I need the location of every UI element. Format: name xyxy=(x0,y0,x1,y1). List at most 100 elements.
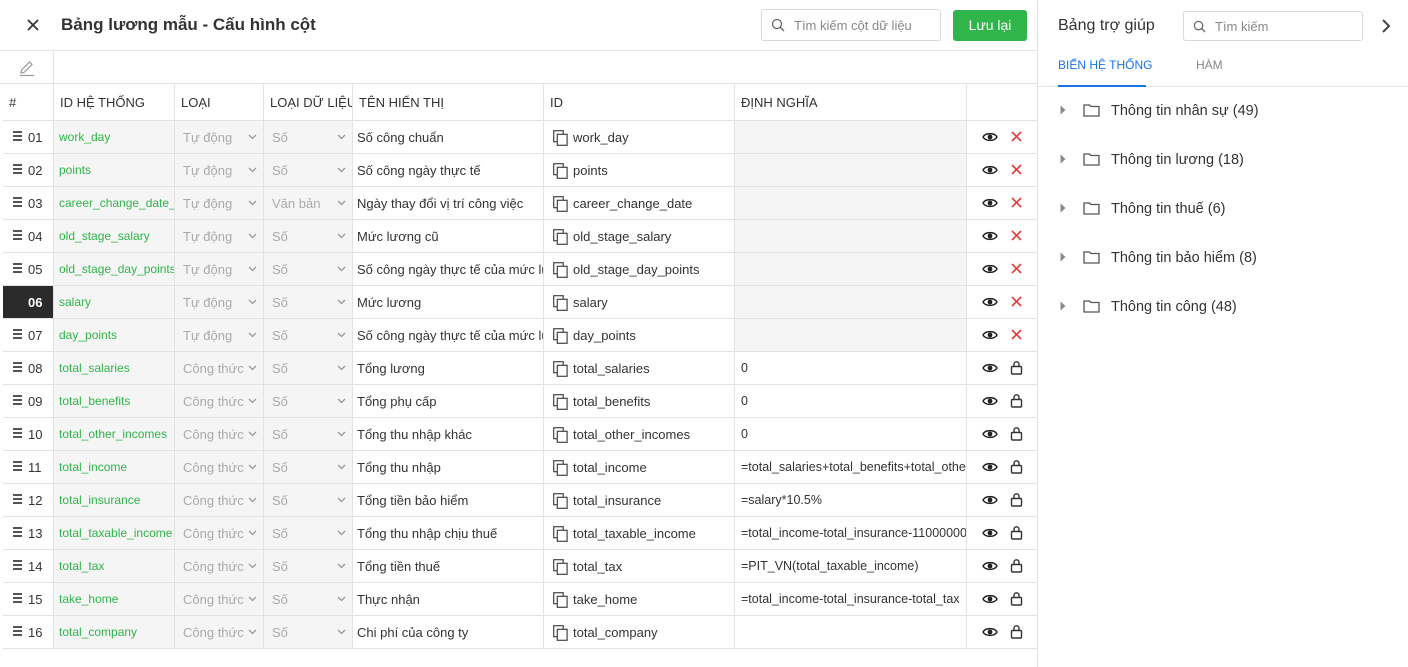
eye-icon[interactable] xyxy=(982,460,998,474)
type-select[interactable]: Công thức xyxy=(175,385,264,418)
row-index[interactable]: 14 xyxy=(3,550,54,583)
eye-icon[interactable] xyxy=(982,163,998,177)
eye-icon[interactable] xyxy=(982,130,998,144)
eye-icon[interactable] xyxy=(982,592,998,606)
data-type-select[interactable]: Số xyxy=(264,451,353,484)
copy-icon[interactable] xyxy=(553,559,568,575)
definition-cell[interactable]: =total_salaries+total_benefits+total_oth… xyxy=(735,451,967,484)
tab-functions[interactable]: HÀM xyxy=(1196,58,1223,72)
display-name-input[interactable]: Số công ngày thực tế của mức lương xyxy=(353,319,544,352)
data-type-select[interactable]: Số xyxy=(264,517,353,550)
type-select[interactable]: Công thức xyxy=(175,583,264,616)
caret-right-icon[interactable] xyxy=(1060,252,1066,262)
id-cell[interactable]: total_benefits xyxy=(544,385,735,418)
drag-handle-icon[interactable] xyxy=(13,329,22,339)
definition-cell[interactable] xyxy=(735,121,967,154)
row-index[interactable]: 03 xyxy=(3,187,54,220)
data-type-select[interactable]: Văn bản xyxy=(264,187,353,220)
data-type-select[interactable]: Số xyxy=(264,154,353,187)
eye-icon[interactable] xyxy=(982,229,998,243)
chevron-right-icon[interactable] xyxy=(1378,17,1394,35)
tree-group[interactable]: Thông tin công (48) xyxy=(1038,292,1408,322)
definition-cell[interactable] xyxy=(735,319,967,352)
copy-icon[interactable] xyxy=(553,526,568,542)
display-name-input[interactable]: Tổng lương xyxy=(353,352,544,385)
display-name-input[interactable]: Chi phí của công ty xyxy=(353,616,544,649)
type-select[interactable]: Tự động xyxy=(175,286,264,319)
drag-handle-icon[interactable] xyxy=(13,197,22,207)
type-select[interactable]: Tự động xyxy=(175,154,264,187)
row-index[interactable]: 02 xyxy=(3,154,54,187)
type-select[interactable]: Tự động xyxy=(175,121,264,154)
display-name-input[interactable]: Ngày thay đổi vị trí công việc xyxy=(353,187,544,220)
data-type-select[interactable]: Số xyxy=(264,286,353,319)
definition-cell[interactable] xyxy=(735,286,967,319)
eye-icon[interactable] xyxy=(982,328,998,342)
row-index[interactable]: 10 xyxy=(3,418,54,451)
copy-icon[interactable] xyxy=(553,229,568,245)
drag-handle-icon[interactable] xyxy=(13,560,22,570)
eye-icon[interactable] xyxy=(982,427,998,441)
drag-handle-icon[interactable] xyxy=(13,527,22,537)
type-select[interactable]: Tự động xyxy=(175,319,264,352)
help-search[interactable] xyxy=(1183,11,1363,41)
definition-cell[interactable]: 0 xyxy=(735,352,967,385)
delete-icon[interactable] xyxy=(1011,230,1022,241)
row-index[interactable]: 12 xyxy=(3,484,54,517)
type-select[interactable]: Công thức xyxy=(175,550,264,583)
delete-icon[interactable] xyxy=(1011,197,1022,208)
display-name-input[interactable]: Tổng phụ cấp xyxy=(353,385,544,418)
copy-icon[interactable] xyxy=(553,361,568,377)
drag-handle-icon[interactable] xyxy=(13,626,22,636)
type-select[interactable]: Công thức xyxy=(175,616,264,649)
copy-icon[interactable] xyxy=(553,262,568,278)
id-cell[interactable]: total_salaries xyxy=(544,352,735,385)
delete-icon[interactable] xyxy=(1011,296,1022,307)
display-name-input[interactable]: Tổng thu nhập xyxy=(353,451,544,484)
copy-icon[interactable] xyxy=(553,460,568,476)
type-select[interactable]: Công thức xyxy=(175,451,264,484)
id-cell[interactable]: total_other_incomes xyxy=(544,418,735,451)
id-cell[interactable]: old_stage_salary xyxy=(544,220,735,253)
definition-cell[interactable] xyxy=(735,187,967,220)
id-cell[interactable]: total_company xyxy=(544,616,735,649)
copy-icon[interactable] xyxy=(553,130,568,146)
type-select[interactable]: Tự động xyxy=(175,253,264,286)
tree-group[interactable]: Thông tin thuế (6) xyxy=(1038,194,1408,224)
copy-icon[interactable] xyxy=(553,394,568,410)
eye-icon[interactable] xyxy=(982,262,998,276)
display-name-input[interactable]: Thực nhận xyxy=(353,583,544,616)
display-name-input[interactable]: Số công ngày thực tế xyxy=(353,154,544,187)
drag-handle-icon[interactable] xyxy=(13,395,22,405)
id-cell[interactable]: salary xyxy=(544,286,735,319)
id-cell[interactable]: old_stage_day_points xyxy=(544,253,735,286)
copy-icon[interactable] xyxy=(553,328,568,344)
display-name-input[interactable]: Tổng tiền bảo hiểm xyxy=(353,484,544,517)
definition-cell[interactable]: =total_income-total_insurance-11000000 xyxy=(735,517,967,550)
row-index[interactable]: 01 xyxy=(3,121,54,154)
drag-handle-icon[interactable] xyxy=(13,461,22,471)
id-cell[interactable]: total_insurance xyxy=(544,484,735,517)
definition-cell[interactable] xyxy=(735,616,967,649)
data-type-select[interactable]: Số xyxy=(264,385,353,418)
type-select[interactable]: Tự động xyxy=(175,220,264,253)
delete-icon[interactable] xyxy=(1011,164,1022,175)
caret-right-icon[interactable] xyxy=(1060,203,1066,213)
eye-icon[interactable] xyxy=(982,493,998,507)
close-button[interactable] xyxy=(22,14,44,36)
copy-icon[interactable] xyxy=(553,625,568,641)
data-type-select[interactable]: Số xyxy=(264,616,353,649)
data-type-select[interactable]: Số xyxy=(264,121,353,154)
definition-cell[interactable]: =PIT_VN(total_taxable_income) xyxy=(735,550,967,583)
id-cell[interactable]: career_change_date xyxy=(544,187,735,220)
copy-icon[interactable] xyxy=(553,295,568,311)
display-name-input[interactable]: Tổng thu nhập khác xyxy=(353,418,544,451)
caret-right-icon[interactable] xyxy=(1060,301,1066,311)
tree-group[interactable]: Thông tin nhân sự (49) xyxy=(1038,96,1408,126)
id-cell[interactable]: total_income xyxy=(544,451,735,484)
copy-icon[interactable] xyxy=(553,196,568,212)
id-cell[interactable]: work_day xyxy=(544,121,735,154)
copy-icon[interactable] xyxy=(553,493,568,509)
caret-right-icon[interactable] xyxy=(1060,154,1066,164)
drag-handle-icon[interactable] xyxy=(13,131,22,141)
